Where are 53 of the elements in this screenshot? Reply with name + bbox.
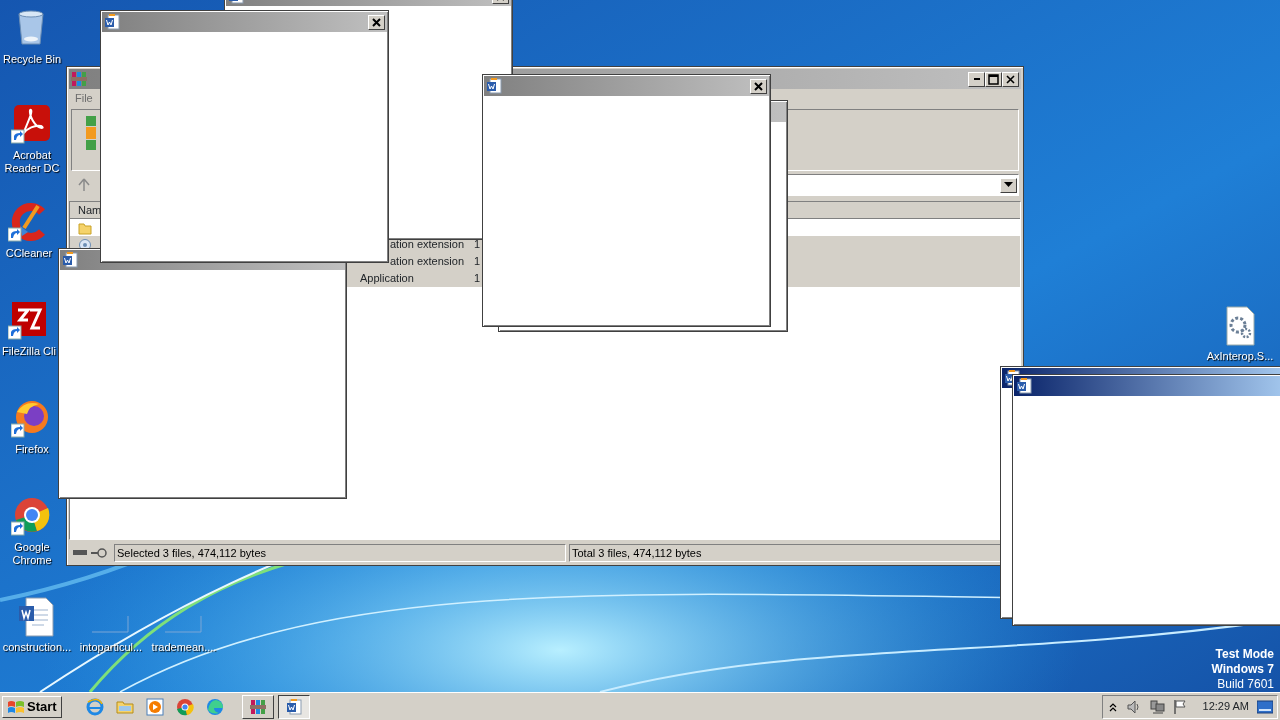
dropdown-icon <box>1004 182 1013 188</box>
pdf-icon[interactable] <box>11 104 53 146</box>
status-text: Selected 3 files, 474,112 bytes <box>114 544 566 562</box>
document-icon <box>285 698 302 715</box>
maximize-icon <box>988 73 999 85</box>
flag-icon[interactable] <box>1172 698 1187 715</box>
archive-icon <box>249 698 266 715</box>
play-icon <box>145 697 164 716</box>
clock-text[interactable]: 12:29 AM <box>1202 698 1249 715</box>
icon-label[interactable]: AxInterop.S... <box>1206 350 1274 363</box>
type-cell-text: Application <box>359 271 415 287</box>
network-icon[interactable] <box>1148 698 1165 715</box>
taskbar-button[interactable] <box>277 694 310 719</box>
icon-label[interactable]: Acrobat Reader DC <box>0 149 64 175</box>
close-icon <box>1005 73 1016 85</box>
browser-icon <box>175 697 194 716</box>
watermark-text: Test Mode <box>1215 647 1274 662</box>
folder-icon <box>78 221 92 236</box>
icon-label[interactable]: trademean.... <box>151 641 217 654</box>
up-arrow-icon <box>78 178 90 192</box>
chevron-up-icon[interactable] <box>1108 701 1117 712</box>
minimize-icon <box>973 78 980 80</box>
watermark-text: Build 7601 <box>1217 677 1274 692</box>
start-button[interactable]: Start <box>2 695 62 718</box>
close-icon <box>372 17 381 27</box>
document-icon <box>62 252 78 268</box>
drive-icon <box>73 548 87 556</box>
menu-item[interactable]: File <box>75 89 93 107</box>
icon-label[interactable]: FileZilla Cli <box>2 345 56 358</box>
show-desktop-icon[interactable] <box>1257 699 1273 714</box>
document-icon <box>1016 378 1032 394</box>
size-cell-text: 1 <box>474 237 481 253</box>
key-icon <box>91 548 107 558</box>
type-cell-text: ation extension <box>389 254 465 270</box>
minimize-button[interactable] <box>968 71 985 87</box>
maximize-button[interactable] <box>985 71 1002 87</box>
icon-label[interactable]: Recycle Bin <box>2 53 62 66</box>
close-icon <box>754 81 763 91</box>
icon-label[interactable]: CCleaner <box>5 247 53 260</box>
document-icon <box>486 78 502 94</box>
archive-icon <box>71 71 87 87</box>
icon-label[interactable]: Google Chrome <box>0 541 64 567</box>
icon-label[interactable]: Firefox <box>15 443 49 456</box>
browser-icon <box>205 697 224 716</box>
speaker-icon[interactable] <box>1124 698 1141 715</box>
windows-logo-icon <box>7 698 25 715</box>
type-cell-text: ation extension <box>389 237 465 253</box>
watermark-text: Windows 7 <box>1211 662 1274 677</box>
size-cell-text: 1 <box>474 271 481 287</box>
icon-label[interactable]: construction... <box>2 641 72 654</box>
browser-icon <box>85 697 104 716</box>
size-cell-text: 1 <box>474 254 481 270</box>
document-icon <box>104 14 120 30</box>
